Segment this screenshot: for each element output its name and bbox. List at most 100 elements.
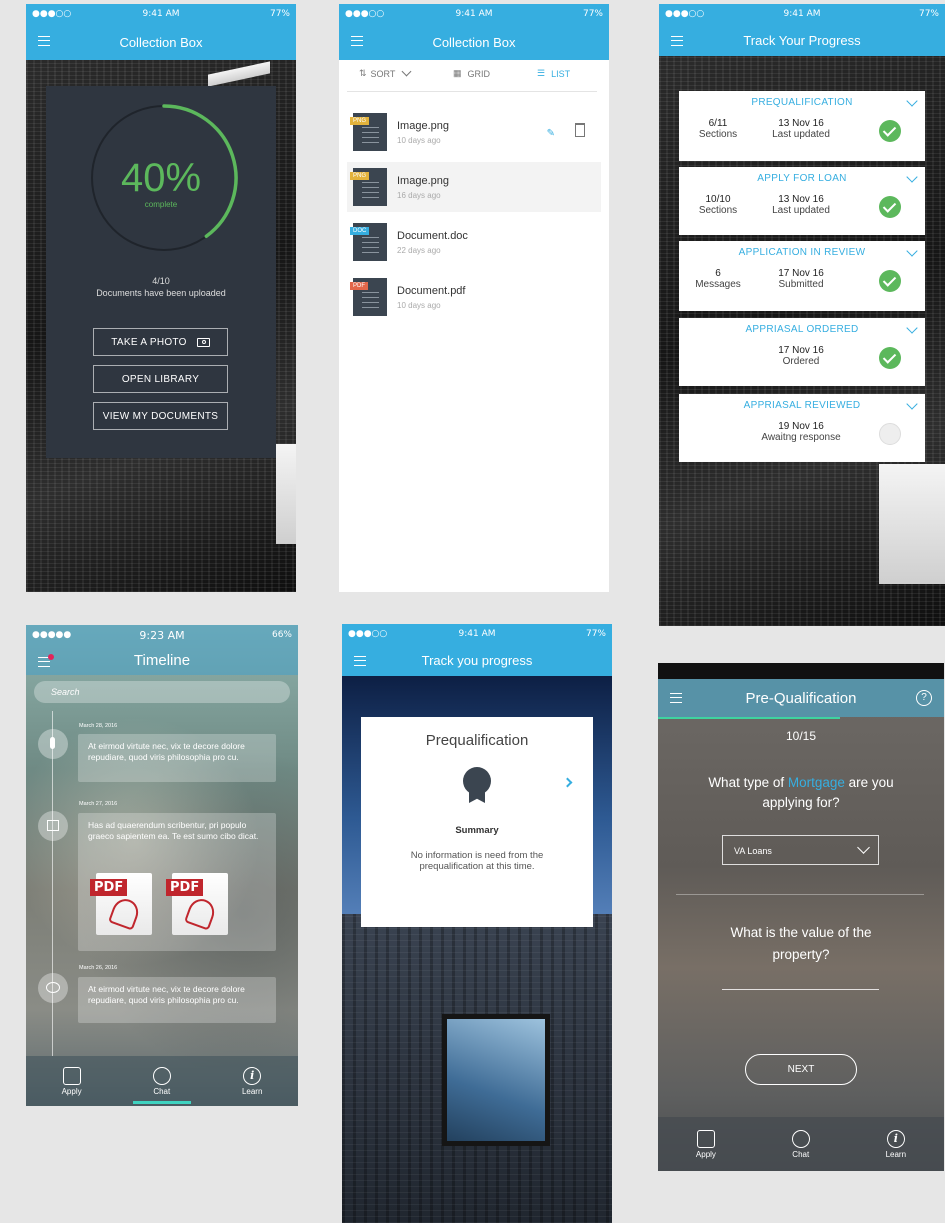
file-row[interactable]: PNG Image.png 16 days ago [347, 162, 601, 212]
page-title: Track Your Progress [743, 32, 861, 48]
timeline-entry[interactable]: At eirmod virtute nec, vix te decore dol… [78, 734, 276, 782]
menu-icon[interactable] [38, 36, 50, 46]
active-tab-indicator [132, 1100, 191, 1104]
chat-bubble-icon [38, 973, 68, 1003]
sort-label: SORT [370, 68, 396, 79]
battery-level: 77% [582, 9, 603, 19]
grid-label: GRID [467, 68, 491, 79]
menu-icon[interactable] [354, 656, 366, 666]
pending-icon [879, 423, 901, 445]
chevron-right-icon[interactable] [562, 777, 573, 788]
signal-indicator: ●●●○○ [665, 9, 705, 19]
file-type-tag: DOC [350, 227, 370, 235]
progress-card[interactable]: APPRIASAL ORDERED 17 Nov 16 Ordered [679, 318, 925, 386]
property-value-input[interactable] [722, 970, 879, 990]
help-icon[interactable]: ? [916, 690, 932, 706]
menu-icon[interactable] [671, 36, 683, 46]
card-count-label: Messages [695, 279, 741, 290]
battery-level: 77% [918, 9, 939, 19]
view-documents-label: VIEW MY DOCUMENTS [102, 410, 219, 422]
header: ●●●○○ 9:41 AM 77% Track you progress [342, 624, 612, 676]
file-row[interactable]: DOC Document.doc 22 days ago [347, 217, 601, 267]
badge-ribbon [469, 789, 485, 803]
header: ●●●○○ 9:41 AM 77% Collection Box [339, 4, 609, 60]
timeline-entry[interactable]: At eirmod virtute nec, vix te decore dol… [78, 977, 276, 1023]
card-date-value: 13 Nov 16 [778, 194, 824, 205]
screen-track-progress: ●●●○○ 9:41 AM 77% Track Your Progress PR… [659, 4, 945, 626]
edit-icon [696, 1129, 715, 1148]
chat-icon [152, 1066, 171, 1085]
menu-icon[interactable] [670, 693, 682, 703]
progress-card[interactable]: PREQUALIFICATION 6/11 Sections 13 Nov 16 Las… [679, 91, 925, 161]
screen-prequalification: Pre-Qualification ? 10/15 What type of M… [658, 663, 944, 1171]
info-icon: i [886, 1129, 905, 1148]
search-input[interactable]: Search [34, 681, 290, 703]
battery-level: 77% [585, 629, 606, 639]
pdf-attachment[interactable]: PDF [166, 873, 228, 935]
timeline-date: March 27, 2016 [79, 801, 118, 807]
pdf-label: PDF [166, 879, 204, 896]
tab-apply-label: Apply [695, 1149, 716, 1159]
file-meta: Document.pdf 10 days ago [397, 285, 465, 310]
tab-apply[interactable]: Apply [62, 1066, 82, 1096]
screen-timeline: ●●●●● 9:23 AM 66% Timeline Search March … [26, 625, 298, 1106]
tab-bar: Apply Chat i Learn [26, 1056, 298, 1106]
card-count-value: 6 [715, 268, 721, 279]
file-icon: PDF [350, 278, 387, 316]
file-type-tag: PNG [350, 117, 370, 125]
card-date-label: Submitted [778, 279, 824, 290]
view-documents-button[interactable]: VIEW MY DOCUMENTS [93, 402, 228, 430]
list-view-button[interactable]: ☰ LIST [537, 68, 570, 79]
chat-icon [791, 1129, 810, 1148]
next-button[interactable]: NEXT [745, 1054, 857, 1085]
pdf-attachment[interactable]: PDF [90, 873, 152, 935]
tab-learn[interactable]: i Learn [241, 1066, 263, 1096]
progress-card[interactable]: APPRIASAL REVIEWED 19 Nov 16 Awaitng respo… [679, 394, 925, 462]
building-window [442, 1014, 550, 1146]
loan-type-select[interactable]: VA Loans [722, 835, 879, 865]
edit-pencil-icon[interactable]: ✎ [547, 128, 555, 139]
progress-card[interactable]: APPLY FOR LOAN 10/10 Sections 13 Nov 16 Last… [679, 167, 925, 235]
grid-view-button[interactable]: ▦ GRID [453, 68, 490, 79]
summary-body: No information is need from the prequali… [410, 850, 544, 873]
tab-apply[interactable]: Apply [695, 1129, 716, 1159]
card-date: 19 Nov 16 Awaitng response [761, 421, 841, 443]
file-row[interactable]: PDF Document.pdf 10 days ago [347, 272, 601, 322]
progress-percent: 40% [120, 156, 202, 200]
chevron-down-icon [857, 841, 870, 854]
pdf-label: PDF [90, 879, 128, 896]
card-count: 10/10 Sections [693, 194, 743, 216]
trash-icon[interactable] [575, 123, 585, 137]
step-counter: 10/15 [785, 729, 817, 743]
tab-chat[interactable]: Chat [132, 1066, 191, 1104]
status-bar: ●●●○○ 9:41 AM 77% [342, 624, 612, 644]
card-title: PREQUALIFICATION [751, 97, 853, 108]
screen-collection-progress: ●●●○○ 9:41 AM 77% Collection Box 40% com… [26, 4, 296, 592]
step-progress [658, 717, 840, 719]
navbar: Timeline [26, 645, 298, 675]
building-slab [276, 444, 296, 544]
sort-button[interactable]: ⇅ SORT [359, 66, 412, 79]
status-bar: ●●●○○ 9:41 AM 77% [26, 4, 296, 24]
file-row[interactable]: PNG Image.png 10 days ago ✎ [347, 107, 601, 157]
open-library-label: OPEN LIBRARY [121, 373, 200, 385]
status-bar: ●●●●● 9:23 AM 66% [26, 625, 298, 645]
navbar: Track you progress [342, 644, 612, 676]
edit-icon [62, 1066, 81, 1085]
header: ●●●○○ 9:41 AM 77% Track Your Progress [659, 4, 945, 56]
card-title: APPRIASAL REVIEWED [743, 400, 861, 411]
file-name: Image.png [397, 174, 449, 187]
menu-icon[interactable] [351, 36, 363, 46]
navbar: Collection Box [26, 24, 296, 60]
battery-level: 77% [269, 9, 290, 19]
tab-chat[interactable]: Chat [791, 1129, 810, 1159]
timeline-entry-text: At eirmod virtute nec, vix te decore dol… [88, 984, 245, 1005]
progress-card[interactable]: APPLICATION IN REVIEW 6 Messages 17 Nov 16 S… [679, 241, 925, 311]
open-library-button[interactable]: OPEN LIBRARY [93, 365, 228, 393]
tab-learn[interactable]: i Learn [886, 1129, 906, 1159]
timeline-date: March 28, 2016 [79, 723, 118, 729]
tab-learn-label: Learn [241, 1086, 263, 1096]
take-photo-button[interactable]: TAKE A PHOTO [93, 328, 228, 356]
card-count-value: 6/11 [708, 118, 728, 129]
timeline-entry-text: At eirmod virtute nec, vix te decore dol… [88, 741, 245, 762]
